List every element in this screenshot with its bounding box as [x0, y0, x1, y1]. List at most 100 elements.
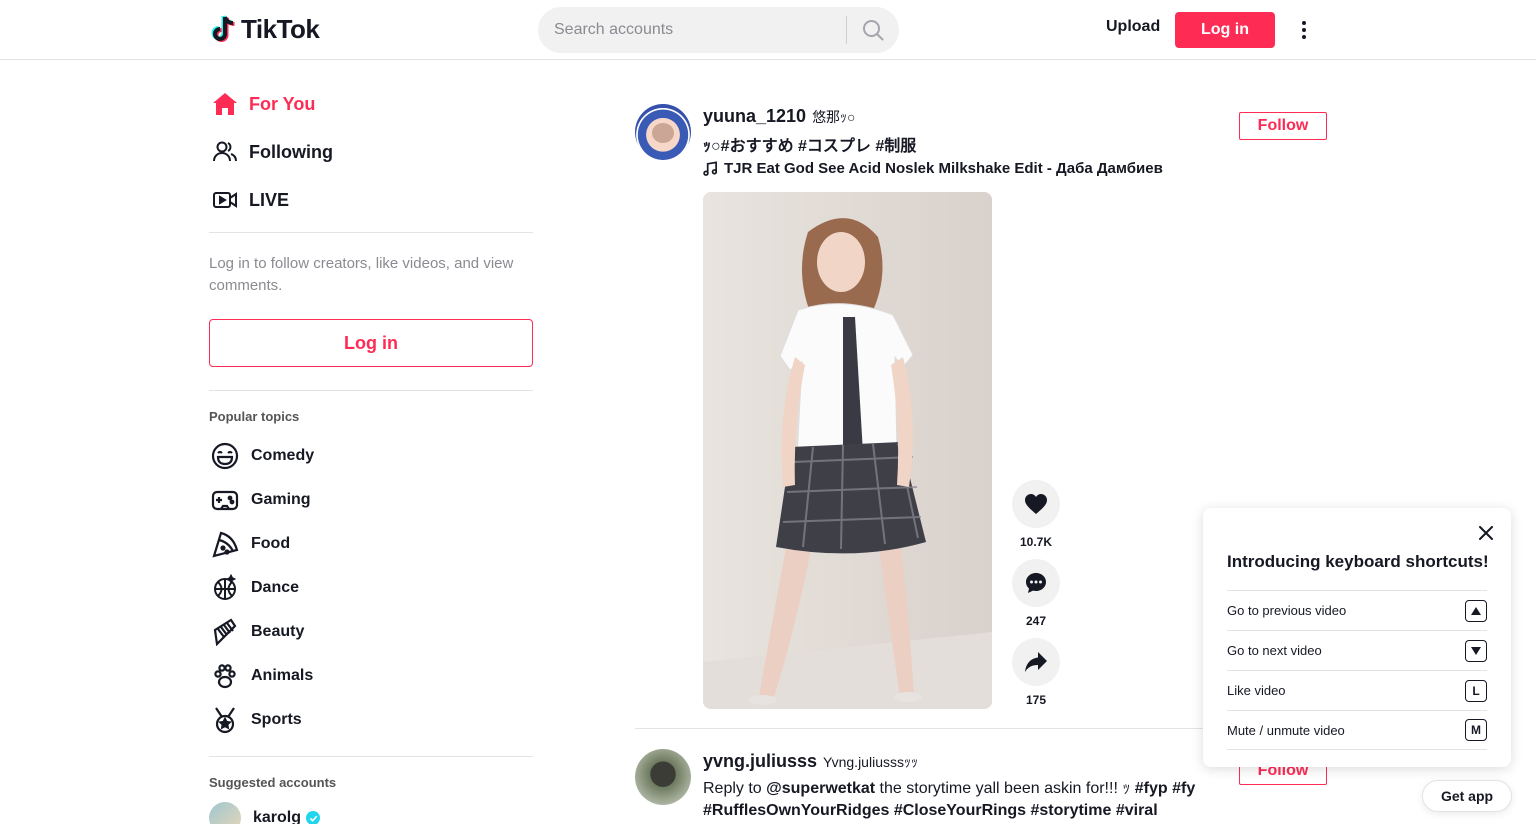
login-prompt-text: Log in to follow creators, like videos, … — [209, 255, 514, 294]
post-author[interactable]: yvng.juliusss Yvng.juliusssｯｯ — [703, 751, 918, 772]
post-author[interactable]: yuuna_1210 悠那ｯ○ — [703, 106, 856, 127]
share-count: 175 — [1025, 693, 1047, 707]
up-arrow-key-icon — [1465, 599, 1487, 622]
tiktok-logo[interactable]: TikTok — [211, 14, 320, 45]
search-bar — [538, 7, 899, 53]
verified-badge-icon — [306, 811, 321, 824]
music-note-icon — [703, 161, 718, 176]
suggested-account[interactable]: karolg — [209, 802, 533, 824]
comment-action[interactable]: 247 — [1012, 559, 1060, 628]
caption-prefix: Reply to — [703, 780, 767, 797]
shortcut-label: Go to next video — [1227, 643, 1322, 658]
music-link[interactable]: TJR Eat God See Acid Noslek Milkshake Ed… — [703, 160, 1163, 177]
shortcuts-list: Go to previous video Go to next video Li… — [1227, 590, 1487, 750]
shortcut-label: Mute / unmute video — [1227, 722, 1345, 738]
down-arrow-key-icon — [1465, 639, 1487, 662]
top-header: TikTok Upload Log in — [0, 0, 1536, 60]
users-icon — [211, 138, 239, 166]
shortcut-row: Go to next video — [1227, 630, 1487, 670]
topic-beauty[interactable]: Beauty — [209, 610, 533, 654]
shortcuts-title: Introducing keyboard shortcuts! — [1227, 552, 1489, 571]
nav-for-you[interactable]: For You — [209, 80, 533, 128]
caption-text: the storytime yall been askin for!!! ｯ — [875, 780, 1135, 797]
popular-topics-title: Popular topics — [209, 409, 300, 424]
avatar — [209, 802, 241, 824]
more-vertical-icon — [1302, 21, 1306, 39]
sidebar-login-button[interactable]: Log in — [209, 319, 533, 367]
post-caption: ｯ○#おすすめ #コスプレ #制服 — [703, 138, 917, 155]
hashtag-link[interactable]: #fyp #fy — [1135, 780, 1195, 797]
topic-dance[interactable]: Dance — [209, 566, 533, 610]
topic-food[interactable]: Food — [209, 522, 533, 566]
avatar[interactable] — [635, 104, 691, 160]
topic-label: Gaming — [251, 491, 311, 508]
topic-label: Animals — [251, 667, 314, 684]
post-caption: Reply to @superwetkat the storytime yall… — [703, 778, 1203, 822]
shortcut-row: Go to previous video — [1227, 590, 1487, 630]
follow-button[interactable]: Follow — [1239, 112, 1327, 140]
search-button[interactable] — [847, 7, 899, 53]
sidebar: For You Following LIVE Log in to follow … — [209, 80, 533, 824]
like-count: 10.7K — [1019, 535, 1053, 549]
nav-following[interactable]: Following — [209, 128, 533, 176]
nav-live[interactable]: LIVE — [209, 176, 533, 224]
topic-label: Comedy — [251, 447, 315, 464]
video-player[interactable] — [703, 192, 992, 709]
shortcut-key: L — [1465, 679, 1487, 702]
author-username: yvng.juliusss — [703, 751, 818, 771]
close-button[interactable] — [1475, 522, 1497, 544]
comment-icon — [1026, 573, 1046, 593]
topic-gaming[interactable]: Gaming — [209, 478, 533, 522]
nav-label: Following — [249, 141, 333, 162]
search-icon — [863, 20, 884, 41]
search-input[interactable] — [554, 15, 846, 45]
gamepad-icon — [209, 484, 241, 516]
shortcut-label: Like video — [1227, 683, 1286, 698]
author-username: yuuna_1210 — [703, 106, 807, 126]
shortcut-row: Like video L — [1227, 670, 1487, 710]
medal-icon — [209, 704, 241, 736]
topic-label: Dance — [251, 579, 300, 596]
comment-button[interactable] — [1012, 559, 1060, 607]
like-button[interactable] — [1012, 480, 1060, 528]
avatar[interactable] — [635, 749, 691, 805]
like-action[interactable]: 10.7K — [1012, 480, 1060, 549]
mention-link[interactable]: @superwetkat — [766, 780, 875, 797]
smile-icon — [209, 440, 241, 472]
video-thumbnail — [703, 192, 992, 709]
topic-label: Beauty — [251, 623, 305, 640]
shortcut-row: Mute / unmute video M — [1227, 710, 1487, 750]
pizza-icon — [209, 528, 241, 560]
home-icon — [211, 90, 239, 118]
shortcut-label: Go to previous video — [1227, 603, 1347, 618]
topic-label: Food — [251, 535, 291, 552]
keyboard-shortcuts-panel: Introducing keyboard shortcuts! Go to pr… — [1203, 508, 1511, 767]
author-nickname: Yvng.juliusssｯｯ — [823, 754, 918, 770]
topic-animals[interactable]: Animals — [209, 654, 533, 698]
share-action[interactable]: 175 — [1012, 638, 1060, 707]
heart-icon — [1025, 494, 1047, 514]
disco-ball-icon — [209, 572, 241, 604]
more-options-button[interactable] — [1292, 16, 1316, 44]
comment-count: 247 — [1025, 614, 1047, 628]
topic-comedy[interactable]: Comedy — [209, 434, 533, 478]
share-button[interactable] — [1012, 638, 1060, 686]
close-icon — [1479, 526, 1493, 540]
topic-sports[interactable]: Sports — [209, 698, 533, 742]
shortcut-key: M — [1465, 719, 1487, 741]
upload-button[interactable]: Upload — [1098, 18, 1168, 36]
comb-icon — [209, 616, 241, 648]
author-nickname: 悠那ｯ○ — [812, 109, 856, 125]
hashtag-link[interactable]: #RufflesOwnYourRidges #CloseYourRings #s… — [703, 802, 1158, 819]
logo-text: TikTok — [241, 14, 320, 44]
share-icon — [1025, 652, 1047, 672]
suggested-accounts-title: Suggested accounts — [209, 775, 337, 790]
tiktok-note-icon — [211, 14, 235, 42]
music-title: TJR Eat God See Acid Noslek Milkshake Ed… — [724, 160, 1163, 177]
suggested-account-name: karolg — [253, 809, 302, 824]
get-app-button[interactable]: Get app — [1422, 780, 1512, 812]
login-button[interactable]: Log in — [1175, 12, 1275, 48]
topic-label: Sports — [251, 711, 302, 728]
paw-icon — [209, 660, 241, 692]
nav-label: For You — [249, 93, 316, 114]
